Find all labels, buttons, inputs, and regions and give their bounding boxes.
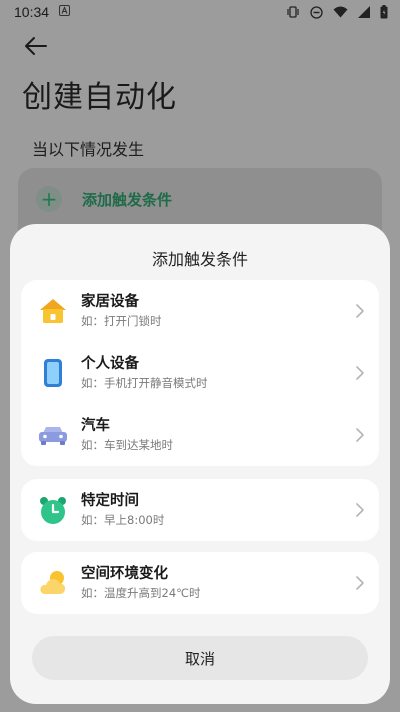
trigger-item-specific-time[interactable]: 特定时间 如：早上8:00时 bbox=[21, 479, 379, 541]
cancel-button[interactable]: 取消 bbox=[32, 636, 368, 680]
battery-icon bbox=[380, 5, 388, 19]
item-title: 特定时间 bbox=[81, 493, 139, 509]
item-subtitle: 如：车到达某地时 bbox=[81, 438, 173, 452]
trigger-item-car[interactable]: 汽车 如：车到达某地时 bbox=[21, 404, 379, 466]
add-trigger-button[interactable]: + 添加触发条件 bbox=[36, 186, 172, 212]
sheet-title: 添加触发条件 bbox=[151, 250, 248, 269]
item-subtitle: 如：温度升高到24℃时 bbox=[81, 586, 201, 600]
trigger-item-personal-device[interactable]: 个人设备 如：手机打开静音模式时 bbox=[21, 342, 379, 404]
item-subtitle: 如：手机打开静音模式时 bbox=[81, 376, 208, 390]
item-subtitle: 如：打开门锁时 bbox=[81, 314, 162, 328]
item-title: 家居设备 bbox=[81, 294, 139, 310]
add-trigger-sheet: 添加触发条件 家居设备 如：打开门锁时 个人设备 如：手机打开静音模式时 汽车 … bbox=[10, 224, 390, 704]
page-title: 创建自动化 bbox=[22, 80, 177, 115]
notification-a-icon bbox=[59, 4, 71, 20]
phone-icon bbox=[37, 357, 69, 389]
trigger-group-devices: 家居设备 如：打开门锁时 个人设备 如：手机打开静音模式时 汽车 如：车到达某地… bbox=[21, 280, 379, 466]
plus-icon: + bbox=[36, 186, 62, 212]
item-subtitle: 如：早上8:00时 bbox=[81, 513, 165, 527]
chevron-right-icon bbox=[355, 427, 365, 443]
home-icon bbox=[37, 295, 69, 327]
dnd-icon bbox=[310, 5, 323, 19]
status-bar: 10:34 bbox=[0, 0, 400, 24]
back-arrow-icon[interactable] bbox=[22, 34, 50, 58]
item-title: 空间环境变化 bbox=[81, 566, 168, 582]
trigger-item-environment-change[interactable]: 空间环境变化 如：温度升高到24℃时 bbox=[21, 552, 379, 614]
item-title: 个人设备 bbox=[81, 356, 139, 372]
vibrate-icon bbox=[286, 6, 300, 18]
wifi-icon bbox=[333, 6, 348, 18]
chevron-right-icon bbox=[355, 502, 365, 518]
car-icon bbox=[37, 419, 69, 451]
trigger-item-home-device[interactable]: 家居设备 如：打开门锁时 bbox=[21, 280, 379, 342]
chevron-right-icon bbox=[355, 575, 365, 591]
add-trigger-label: 添加触发条件 bbox=[82, 190, 173, 209]
chevron-right-icon bbox=[355, 365, 365, 381]
alarm-clock-icon bbox=[37, 494, 69, 526]
section-label: 当以下情况发生 bbox=[32, 140, 145, 159]
signal-icon bbox=[358, 6, 370, 18]
chevron-right-icon bbox=[355, 303, 365, 319]
weather-icon bbox=[37, 567, 69, 599]
status-time: 10:34 bbox=[14, 4, 50, 20]
trigger-group-environment: 空间环境变化 如：温度升高到24℃时 bbox=[21, 552, 379, 614]
item-title: 汽车 bbox=[81, 418, 110, 434]
trigger-group-time: 特定时间 如：早上8:00时 bbox=[21, 479, 379, 541]
